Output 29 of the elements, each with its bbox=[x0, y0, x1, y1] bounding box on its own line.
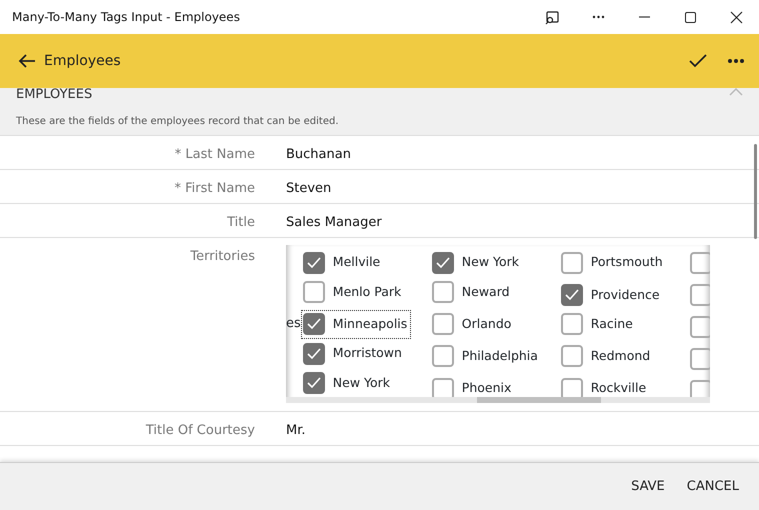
page-title: Employees bbox=[44, 52, 122, 70]
checkbox-item[interactable]: Portsmouth bbox=[558, 248, 667, 278]
field-value: Buchanan bbox=[286, 146, 351, 164]
checkbox-item[interactable]: Racine bbox=[558, 310, 637, 339]
cancel-button[interactable]: CANCEL bbox=[676, 470, 749, 502]
checkbox-item[interactable]: New York bbox=[430, 248, 524, 278]
field-label: Territories bbox=[189, 248, 255, 266]
checkbox-item[interactable]: Philadelphia bbox=[430, 342, 542, 372]
checkbox-item[interactable]: Providence bbox=[558, 280, 664, 310]
field-label: * First Name bbox=[174, 180, 255, 198]
field-value: Mr. bbox=[286, 422, 306, 440]
field-label: Title bbox=[226, 214, 255, 232]
field-label: * Last Name bbox=[174, 146, 255, 164]
checkbox-item[interactable]: Menlo Park bbox=[300, 277, 406, 307]
save-button[interactable]: SAVE bbox=[621, 470, 675, 502]
clipped-text: es bbox=[286, 315, 301, 333]
window-title: Many-To-Many Tags Input - Employees bbox=[12, 9, 241, 26]
section-title: EMPLOYEES bbox=[16, 88, 94, 102]
section-description: These are the fields of the employees record that can be edited. bbox=[16, 115, 340, 129]
checkbox-item[interactable]: Minneapolis bbox=[300, 310, 412, 339]
checkbox-item[interactable]: New York bbox=[300, 368, 394, 397]
checkbox-item[interactable]: Neward bbox=[430, 277, 514, 307]
field-value: Steven bbox=[286, 180, 332, 198]
checkbox-item[interactable]: Mellvile bbox=[300, 248, 384, 278]
checkbox-item[interactable]: Redmond bbox=[558, 342, 654, 372]
checkbox-item[interactable]: Morristown bbox=[300, 338, 406, 368]
field-value: Sales Manager bbox=[286, 214, 382, 232]
field-label: Title Of Courtesy bbox=[144, 422, 255, 440]
checkbox-item[interactable]: Orlando bbox=[430, 310, 516, 339]
